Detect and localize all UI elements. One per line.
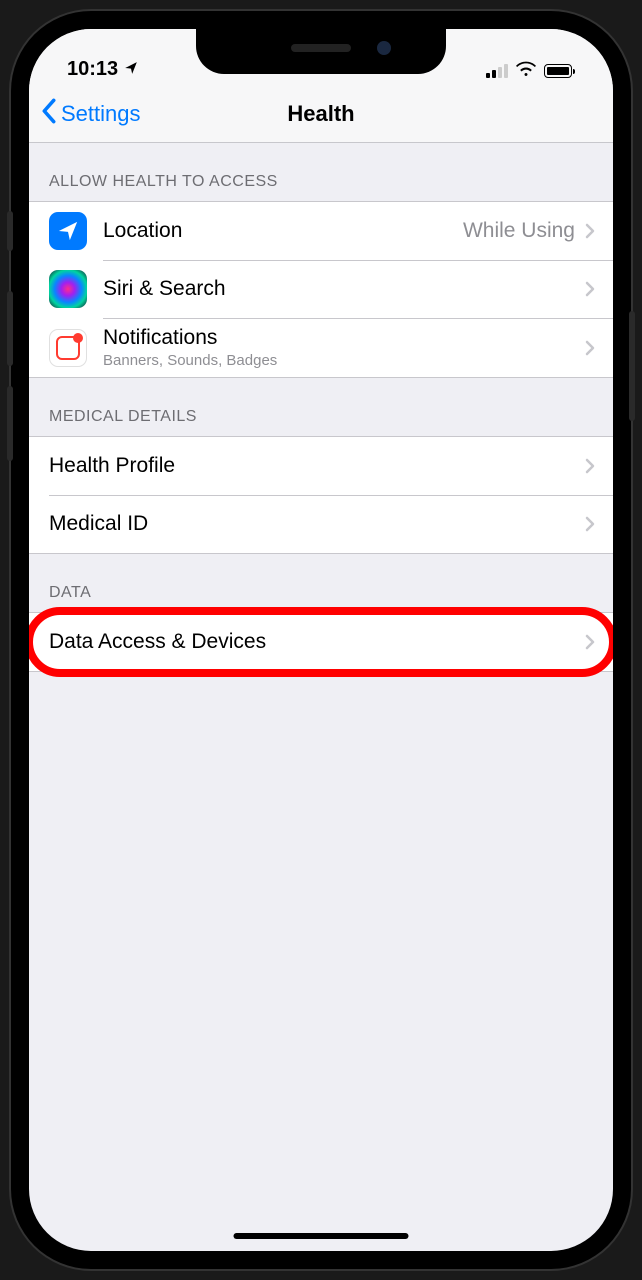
- status-time: 10:13: [67, 58, 118, 81]
- chevron-right-icon: [585, 223, 595, 239]
- cell-location[interactable]: Location While Using: [29, 202, 613, 260]
- cell-health-profile[interactable]: Health Profile: [29, 437, 613, 495]
- chevron-right-icon: [585, 340, 595, 356]
- cell-group-medical: Health Profile Medical ID: [29, 436, 613, 554]
- cellular-signal-icon: [486, 64, 508, 78]
- cell-sublabel: Banners, Sounds, Badges: [103, 352, 585, 369]
- section-header-medical: MEDICAL DETAILS: [29, 378, 613, 436]
- cell-data-access-devices[interactable]: Data Access & Devices: [29, 613, 613, 671]
- section-header-data: DATA: [29, 554, 613, 612]
- location-services-icon: [124, 58, 138, 81]
- navigation-bar: Settings Health: [29, 85, 613, 143]
- status-left: 10:13: [67, 58, 138, 81]
- chevron-left-icon: [41, 98, 57, 130]
- home-indicator[interactable]: [234, 1233, 409, 1239]
- section-header-access: ALLOW HEALTH TO ACCESS: [29, 143, 613, 201]
- battery-icon: [544, 64, 575, 78]
- power-button: [629, 311, 635, 421]
- back-label: Settings: [61, 101, 141, 127]
- phone-frame: 10:13: [11, 11, 631, 1269]
- cell-medical-id[interactable]: Medical ID: [29, 495, 613, 553]
- front-camera: [377, 41, 391, 55]
- location-icon: [49, 212, 87, 250]
- siri-icon: [49, 270, 87, 308]
- cell-group-data: Data Access & Devices: [29, 612, 613, 672]
- chevron-right-icon: [585, 516, 595, 532]
- cell-notifications[interactable]: Notifications Banners, Sounds, Badges: [29, 318, 613, 377]
- cell-value: While Using: [463, 219, 575, 243]
- back-button[interactable]: Settings: [41, 98, 141, 130]
- cell-label: Data Access & Devices: [49, 630, 585, 654]
- speaker-grille: [291, 44, 351, 52]
- cell-group-access: Location While Using Siri & Search: [29, 201, 613, 378]
- chevron-right-icon: [585, 458, 595, 474]
- cell-label: Siri & Search: [103, 277, 585, 301]
- cell-label: Notifications: [103, 326, 585, 350]
- status-right: [486, 61, 575, 81]
- page-title: Health: [287, 101, 354, 127]
- phone-screen: 10:13: [29, 29, 613, 1251]
- cell-siri-search[interactable]: Siri & Search: [29, 260, 613, 318]
- notifications-icon: [49, 329, 87, 367]
- chevron-right-icon: [585, 281, 595, 297]
- device-notch: [196, 29, 446, 74]
- wifi-icon: [516, 61, 536, 81]
- settings-content: ALLOW HEALTH TO ACCESS Location While Us…: [29, 143, 613, 672]
- volume-down-button: [7, 386, 13, 461]
- mute-switch: [7, 211, 13, 251]
- cell-label: Medical ID: [49, 512, 585, 536]
- chevron-right-icon: [585, 634, 595, 650]
- volume-up-button: [7, 291, 13, 366]
- cell-label: Location: [103, 219, 463, 243]
- cell-label: Health Profile: [49, 454, 585, 478]
